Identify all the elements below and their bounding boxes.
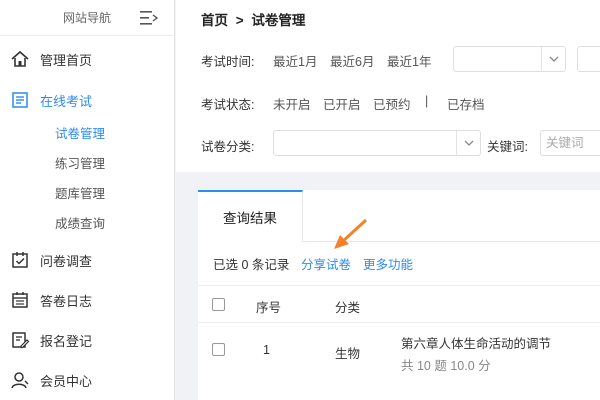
exam-icon	[12, 92, 28, 108]
log-icon	[12, 292, 28, 308]
survey-icon	[12, 252, 28, 268]
share-paper-link[interactable]: 分享试卷	[301, 254, 351, 273]
results-panel: 查询结果 已选 0 条记录 分享试卷 更多功能 序号 分类 1 生物 第六章人体…	[198, 190, 600, 400]
row-meta: 共 10 题 10.0 分	[401, 359, 491, 373]
sidebar-item-member[interactable]: 会员中心	[0, 365, 175, 395]
status-divider: |	[425, 94, 429, 108]
table-header: 序号 分类	[198, 285, 600, 323]
column-header-index: 序号	[256, 301, 282, 315]
sidebar-subitem-question-bank[interactable]: 题库管理	[55, 184, 105, 204]
sidebar-header: 网站导航	[0, 0, 174, 36]
chevron-down-icon	[549, 56, 558, 62]
annotation-arrow-icon	[334, 218, 368, 249]
row-index: 1	[263, 343, 270, 357]
sidebar-item-home[interactable]: 管理首页	[0, 44, 175, 74]
keyword-input[interactable]: 关键词	[540, 130, 600, 156]
sidebar-item-label: 报名登记	[40, 333, 93, 349]
time-option-1-year[interactable]: 最近1年	[387, 51, 431, 70]
column-header-category: 分类	[335, 301, 361, 315]
user-icon	[11, 372, 29, 389]
filter-keyword-label: 关键词:	[487, 140, 528, 154]
filter-time-label: 考试时间:	[201, 55, 255, 69]
tab-query-results[interactable]: 查询结果	[198, 190, 303, 242]
row-title[interactable]: 第六章人体生命活动的调节	[401, 333, 551, 352]
breadcrumb: 首页 > 试卷管理	[201, 9, 305, 29]
time-option-1-month[interactable]: 最近1月	[273, 51, 317, 70]
table-row[interactable]: 1 生物 第六章人体生命活动的调节 共 10 题 10.0 分	[198, 323, 600, 400]
sidebar-title: 网站导航	[62, 11, 111, 25]
chevron-down-icon	[464, 140, 473, 146]
status-option-started[interactable]: 已开启	[323, 94, 361, 113]
sidebar-item-label: 管理首页	[40, 52, 93, 68]
time-range-select-end[interactable]	[577, 46, 600, 72]
menu-collapse-icon[interactable]	[140, 10, 158, 26]
filter-status-label: 考试状态:	[201, 98, 255, 112]
status-option-archived[interactable]: 已存档	[447, 94, 485, 113]
sidebar-subitem-practice-manage[interactable]: 练习管理	[55, 154, 105, 174]
sidebar: 网站导航 管理首页 在线考试 试卷管理 练习管理 题库管理 成绩查询 问卷调查 …	[0, 0, 175, 400]
time-range-select[interactable]	[453, 46, 566, 72]
row-checkbox[interactable]	[212, 343, 225, 356]
sidebar-item-log[interactable]: 答卷日志	[0, 285, 175, 315]
more-functions-link[interactable]: 更多功能	[363, 254, 413, 273]
home-icon	[11, 50, 29, 67]
status-option-not-started[interactable]: 未开启	[273, 94, 311, 113]
sidebar-item-label: 在线考试	[40, 93, 93, 109]
selected-count-text: 已选 0 条记录	[213, 258, 290, 272]
breadcrumb-separator: >	[235, 13, 244, 28]
sidebar-item-exam[interactable]: 在线考试	[0, 85, 175, 115]
sidebar-item-survey[interactable]: 问卷调查	[0, 245, 175, 275]
breadcrumb-current: 试卷管理	[251, 13, 306, 28]
register-icon	[12, 332, 30, 349]
filter-category-label: 试卷分类:	[201, 140, 255, 154]
sidebar-item-label: 会员中心	[40, 373, 93, 389]
time-option-6-months[interactable]: 最近6月	[330, 51, 374, 70]
row-category: 生物	[335, 347, 361, 361]
category-select[interactable]	[273, 130, 481, 156]
select-all-checkbox[interactable]	[212, 298, 225, 311]
sidebar-subitem-paper-manage[interactable]: 试卷管理	[55, 124, 105, 144]
status-option-reserved[interactable]: 已预约	[373, 94, 411, 113]
sidebar-subitem-score-query[interactable]: 成绩查询	[55, 214, 105, 234]
sidebar-item-register[interactable]: 报名登记	[0, 325, 175, 355]
breadcrumb-home[interactable]: 首页	[201, 13, 228, 28]
sidebar-item-label: 答卷日志	[40, 293, 93, 309]
filter-panel: 首页 > 试卷管理 考试时间: 最近1月 最近6月 最近1年 考试状态: 未开启…	[176, 0, 600, 172]
sidebar-item-label: 问卷调查	[40, 253, 93, 269]
